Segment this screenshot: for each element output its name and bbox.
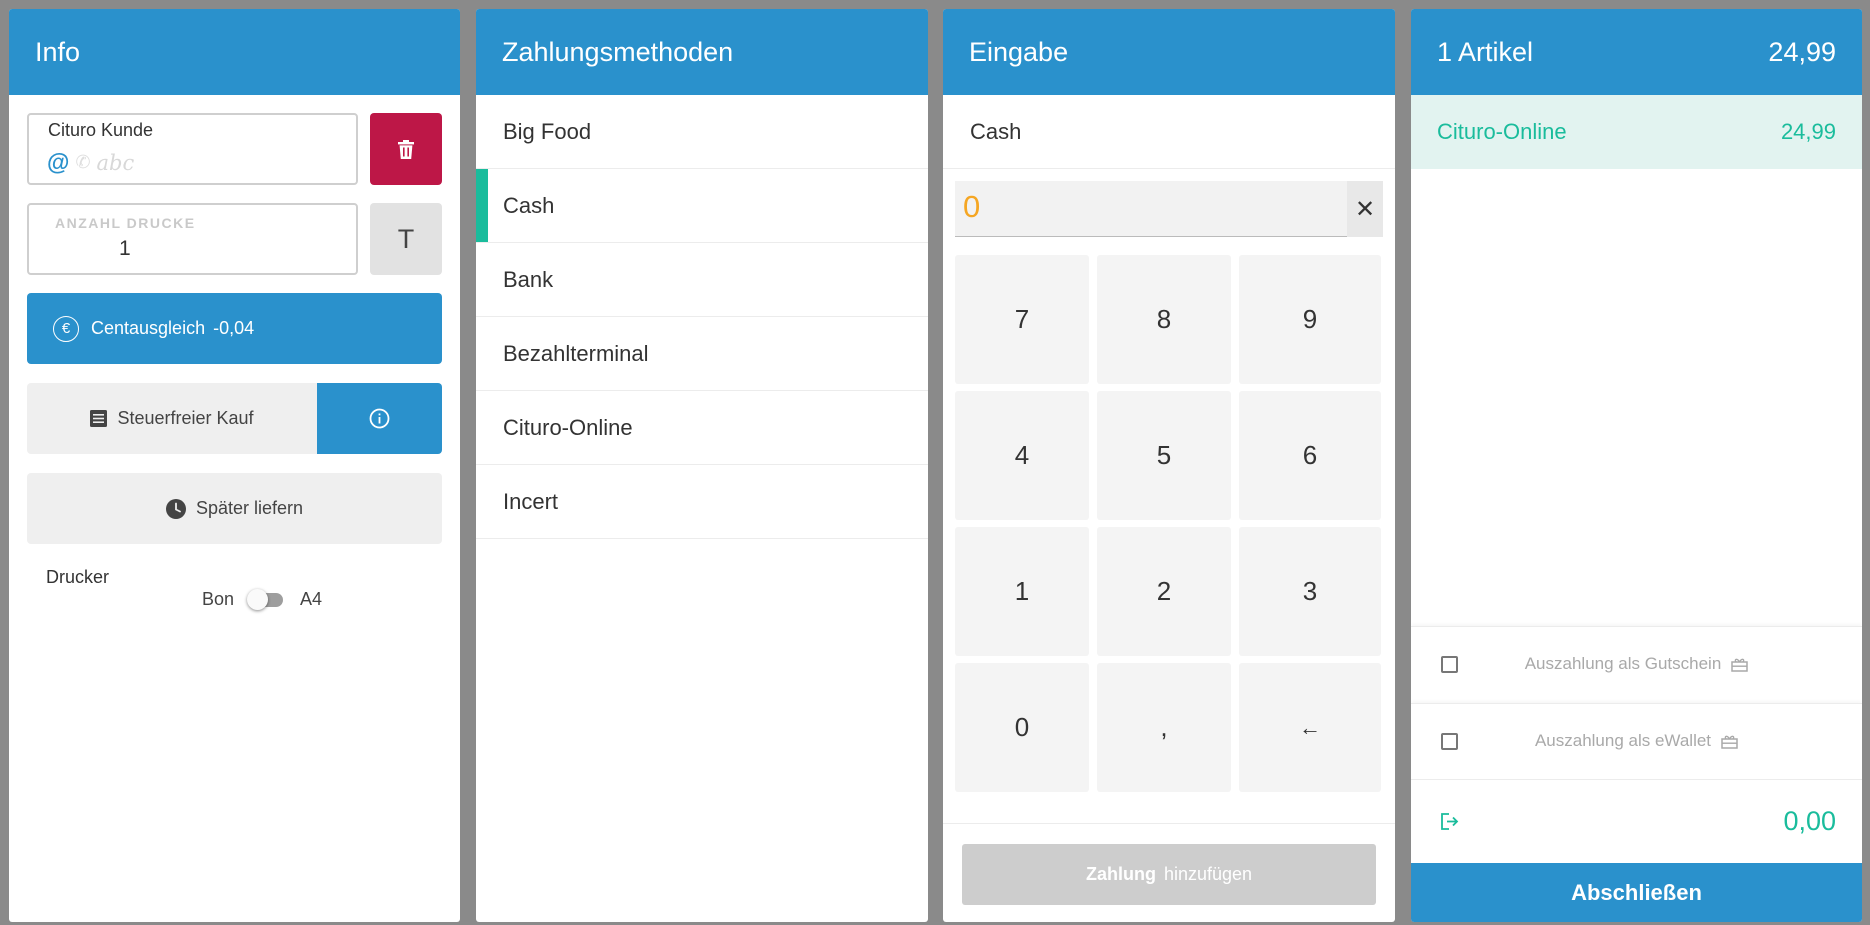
delete-customer-button[interactable] xyxy=(370,113,442,185)
printer-format-toggle[interactable] xyxy=(247,588,284,610)
tax-free-purchase-label: Steuerfreier Kauf xyxy=(117,408,254,428)
deliver-later-label: Später liefern xyxy=(195,498,304,518)
clear-amount-button[interactable]: ✕ xyxy=(1347,181,1383,237)
print-count-field[interactable]: ANZAHL DRUCKE 1 xyxy=(27,203,358,275)
keypad-backspace-button[interactable]: ← xyxy=(1239,663,1381,792)
keypad-key-8[interactable]: 8 xyxy=(1097,255,1231,384)
receipt-icon xyxy=(90,410,108,427)
payout-voucher-label: Auszahlung als Gutschein xyxy=(1524,654,1722,673)
keypad-key-0[interactable]: 0 xyxy=(955,663,1089,792)
input-divider xyxy=(943,823,1395,824)
euro-icon: € xyxy=(53,315,79,342)
payment-method-item[interactable]: Cituro-Online xyxy=(476,391,928,465)
payout-ewallet-label: Auszahlung als eWallet xyxy=(1534,731,1712,750)
customer-field-label: Cituro Kunde xyxy=(48,120,154,140)
payment-method-item[interactable]: Bezahlterminal xyxy=(476,317,928,391)
cart-item-count: 1 Artikel xyxy=(1437,36,1534,67)
add-payment-label-rest: hinzufügen xyxy=(1163,864,1253,884)
input-title: Eingabe xyxy=(969,36,1069,67)
cent-rounding-label: Centausgleich xyxy=(91,318,206,338)
cart-payment-row[interactable]: Cituro-Online 24,99 xyxy=(1411,95,1862,169)
tax-free-purchase-button[interactable]: Steuerfreier Kauf xyxy=(27,383,317,454)
payout-ewallet-checkbox[interactable] xyxy=(1441,732,1458,750)
info-header: Info xyxy=(9,9,460,95)
keypad-key-9[interactable]: 9 xyxy=(1239,255,1381,384)
customer-placeholder: abc xyxy=(96,150,135,175)
print-count-label: ANZAHL DRUCKE xyxy=(55,215,196,231)
cart-payment-amount: 24,99 xyxy=(1780,119,1836,144)
info-circle-icon xyxy=(369,408,390,429)
keypad-key-2[interactable]: 2 xyxy=(1097,527,1231,656)
print-count-value: 1 xyxy=(119,237,131,260)
email-at-icon: @ xyxy=(47,149,70,175)
clock-icon xyxy=(165,498,186,519)
payment-method-item[interactable]: Big Food xyxy=(476,95,928,169)
info-title: Info xyxy=(35,36,81,67)
customer-input-hints: @ ✆ abc xyxy=(47,149,134,176)
payment-methods-title: Zahlungsmethoden xyxy=(502,36,734,67)
printer-option-a4: A4 xyxy=(300,589,323,609)
keypad-key-3[interactable]: 3 xyxy=(1239,527,1381,656)
keypad-key-7[interactable]: 7 xyxy=(955,255,1089,384)
gift-icon xyxy=(1721,735,1738,749)
customer-field[interactable]: Cituro Kunde @ ✆ abc xyxy=(27,113,358,185)
keypad-key-4[interactable]: 4 xyxy=(955,391,1089,520)
amount-input[interactable]: 0 ✕ xyxy=(955,181,1383,237)
input-header: Eingabe xyxy=(943,9,1395,95)
cart-total: 24,99 xyxy=(1768,36,1836,67)
cart-header: 1 Artikel 24,99 xyxy=(1411,9,1862,95)
payout-voucher-option[interactable]: Auszahlung als Gutschein xyxy=(1411,626,1862,701)
payment-methods-panel: Zahlungsmethoden Big Food Cash Bank Beza… xyxy=(476,9,928,922)
input-panel: Eingabe Cash 0 ✕ 7 8 9 4 5 6 1 2 3 0 , ←… xyxy=(943,9,1395,922)
cent-rounding-value: -0,04 xyxy=(213,318,255,338)
deliver-later-button[interactable]: Später liefern xyxy=(27,473,442,544)
payout-voucher-checkbox[interactable] xyxy=(1441,655,1458,673)
info-panel: Info Cituro Kunde @ ✆ abc ANZAHL DRUCKE … xyxy=(9,9,460,922)
cart-panel: 1 Artikel 24,99 Cituro-Online 24,99 Ausz… xyxy=(1411,9,1862,922)
amount-value: 0 xyxy=(963,189,981,224)
change-value: 0,00 xyxy=(1783,806,1836,836)
gift-icon xyxy=(1731,658,1749,672)
keypad-key-1[interactable]: 1 xyxy=(955,527,1089,656)
printer-label: Drucker xyxy=(46,567,110,587)
numeric-keypad: 7 8 9 4 5 6 1 2 3 0 , ← xyxy=(955,255,1383,792)
payment-method-item[interactable]: Incert xyxy=(476,465,928,539)
exit-icon xyxy=(1441,813,1459,830)
add-payment-button[interactable]: Zahlung hinzufügen xyxy=(962,844,1376,905)
cart-payment-name: Cituro-Online xyxy=(1437,119,1567,144)
payout-voucher-row: Auszahlung als Gutschein xyxy=(1411,654,1862,674)
cent-rounding-button[interactable]: € Centausgleich -0,04 xyxy=(27,293,442,364)
trash-icon xyxy=(398,139,414,159)
selected-method-label: Cash xyxy=(943,95,1395,169)
add-payment-label-bold: Zahlung xyxy=(1085,864,1156,884)
keypad-key-6[interactable]: 6 xyxy=(1239,391,1381,520)
tax-free-info-button[interactable] xyxy=(317,383,442,454)
printer-format-row: Bon A4 xyxy=(202,588,323,610)
text-button[interactable]: T xyxy=(370,203,442,275)
change-row: 0,00 xyxy=(1411,779,1862,863)
payment-methods-header: Zahlungsmethoden xyxy=(476,9,928,95)
toggle-knob xyxy=(247,588,269,610)
keypad-key-5[interactable]: 5 xyxy=(1097,391,1231,520)
phone-icon: ✆ xyxy=(75,152,91,172)
keypad-key-comma[interactable]: , xyxy=(1097,663,1231,792)
payout-ewallet-row: Auszahlung als eWallet xyxy=(1411,731,1862,751)
payout-ewallet-option[interactable]: Auszahlung als eWallet xyxy=(1411,703,1862,778)
payment-method-item[interactable]: Cash xyxy=(476,169,928,243)
arrow-left-icon: ← xyxy=(1299,714,1321,740)
payment-method-item[interactable]: Bank xyxy=(476,243,928,317)
close-icon: ✕ xyxy=(1354,195,1376,223)
printer-option-bon: Bon xyxy=(202,589,235,609)
finish-button[interactable]: Abschließen xyxy=(1411,863,1862,922)
